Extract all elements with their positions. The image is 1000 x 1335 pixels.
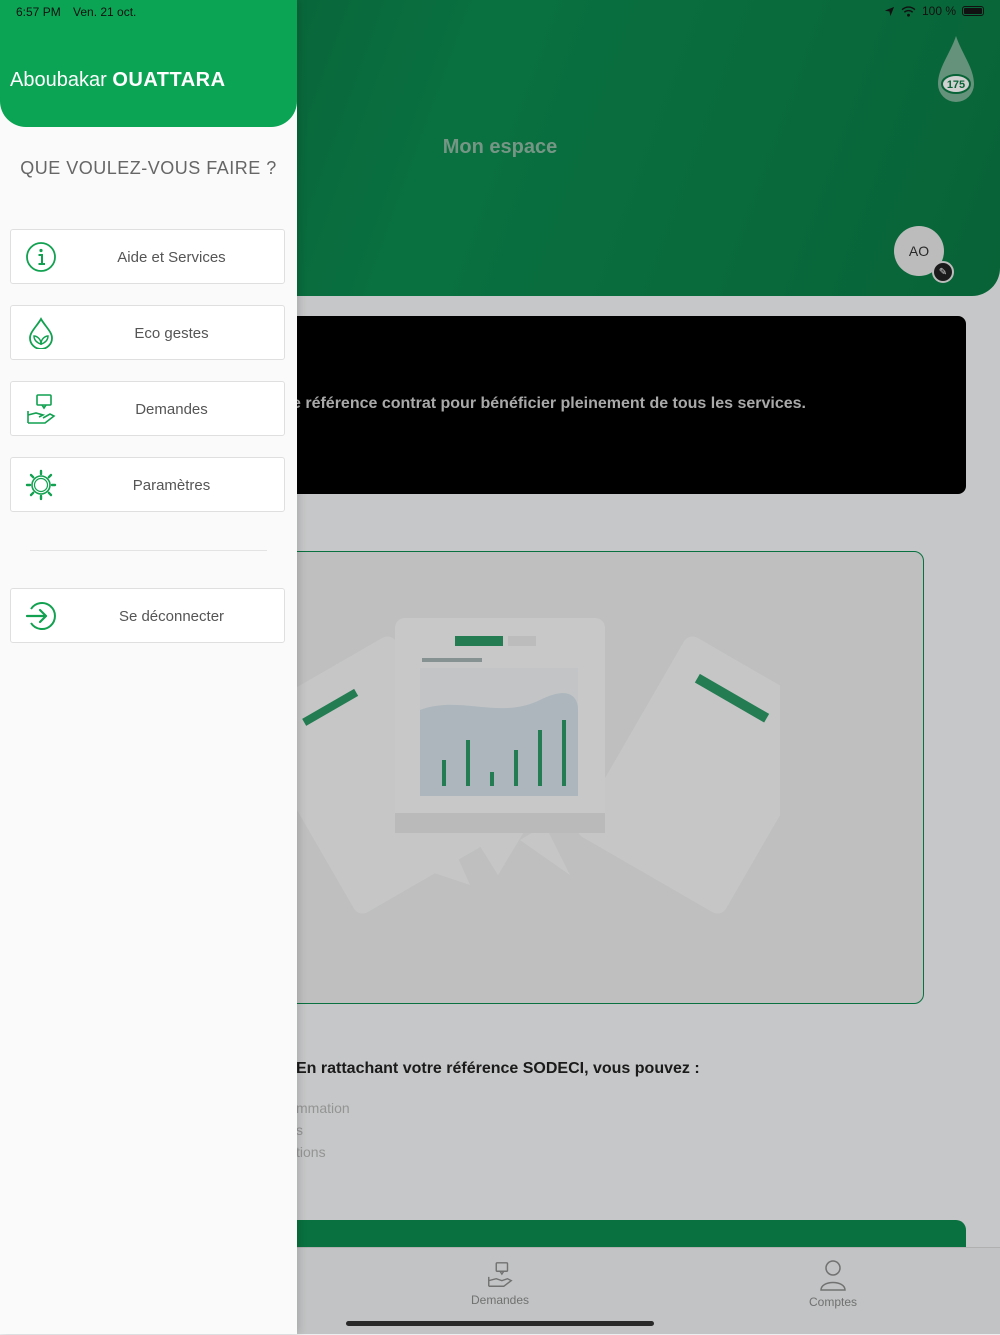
info-icon	[26, 242, 56, 272]
hand-message-icon	[27, 394, 56, 424]
user-first-name: Aboubakar	[10, 69, 107, 91]
status-indicators: 100 %	[884, 4, 984, 18]
menu-item-demandes[interactable]: Demandes	[10, 381, 285, 436]
battery-percent: 100 %	[921, 4, 956, 18]
logout-icon	[25, 602, 56, 630]
status-date: Ven. 21 oct.	[73, 5, 137, 19]
battery-icon	[962, 6, 984, 16]
drawer-header	[0, 0, 297, 127]
user-name: Aboubakar OUATTARA	[10, 69, 226, 92]
menu-item-label: Paramètres	[132, 477, 211, 494]
drawer-divider	[30, 550, 267, 551]
logout-label: Se déconnecter	[118, 608, 225, 625]
user-last-name: OUATTARA	[112, 69, 226, 91]
menu-item-aide-services[interactable]: Aide et Services	[10, 229, 285, 284]
menu-item-label: Eco gestes	[134, 325, 209, 342]
gear-icon	[25, 469, 57, 501]
eco-drop-icon	[29, 317, 53, 349]
side-drawer: Aboubakar OUATTARA QUE VOULEZ-VOUS FAIRE…	[0, 0, 297, 1334]
menu-item-label: Demandes	[135, 401, 208, 418]
menu-item-label: Aide et Services	[117, 249, 226, 266]
wifi-icon	[901, 5, 916, 17]
drawer-heading: QUE VOULEZ-VOUS FAIRE ?	[20, 158, 277, 178]
location-arrow-icon	[884, 6, 895, 16]
logout-button[interactable]: Se déconnecter	[10, 588, 285, 643]
status-time: 6:57 PM	[16, 5, 61, 19]
menu-item-eco-gestes[interactable]: Eco gestes	[10, 305, 285, 360]
menu-item-parametres[interactable]: Paramètres	[10, 457, 285, 512]
